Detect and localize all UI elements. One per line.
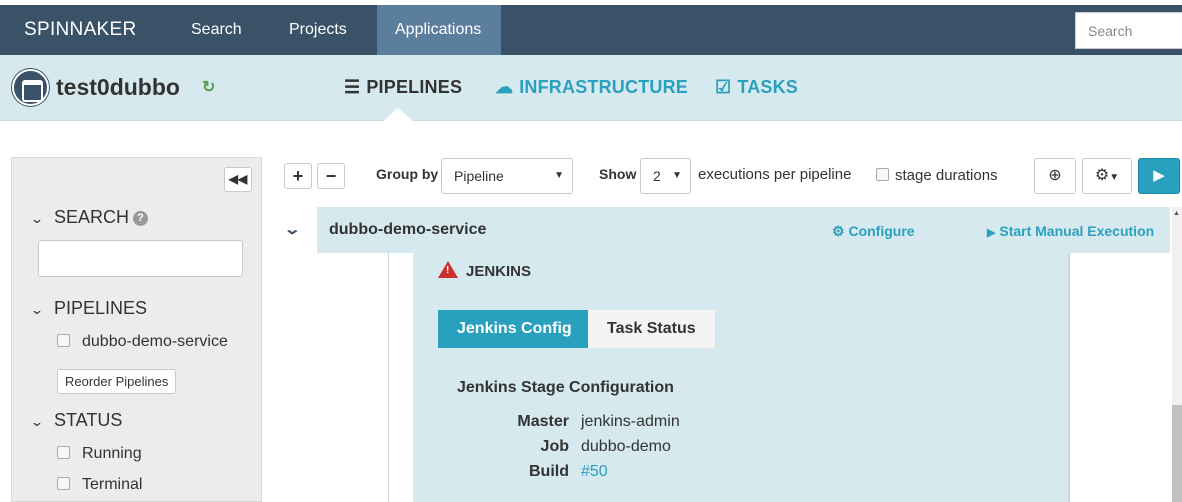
application-header: test0dubbo ↻ ☰ PIPELINES ☁ INFRASTRUCTURE … <box>0 55 1182 121</box>
application-icon <box>12 69 49 106</box>
show-label: Show <box>599 166 637 182</box>
config-title: Jenkins Stage Configuration <box>457 379 674 396</box>
nav-projects[interactable]: Projects <box>271 5 365 55</box>
group-by-select[interactable]: Pipeline ▼ <box>441 158 573 194</box>
tab-infrastructure-label: INFRASTRUCTURE <box>519 77 688 97</box>
cloud-icon: ☁ <box>495 77 514 97</box>
pipeline-actions-menu[interactable]: ⚙▼ <box>1082 158 1132 194</box>
filter-search-input[interactable] <box>38 240 243 277</box>
global-search-input[interactable] <box>1075 12 1182 49</box>
collapse-all-button[interactable]: − <box>317 163 345 189</box>
field-build-key: Build <box>529 463 569 480</box>
run-pipeline-button[interactable]: ▶ <box>1138 158 1180 194</box>
caret-down-icon: ▼ <box>672 170 682 181</box>
group-by-value: Pipeline <box>454 168 504 184</box>
pipeline-filter-label: dubbo-demo-service <box>82 333 228 350</box>
status-running-label: Running <box>82 445 142 462</box>
status-filter-terminal[interactable]: Terminal <box>57 476 142 494</box>
tab-pipelines[interactable]: ☰ PIPELINES <box>344 77 462 98</box>
tab-tasks-label: TASKS <box>737 77 799 97</box>
play-icon: ▶ <box>987 227 996 239</box>
reorder-pipelines-button[interactable]: Reorder Pipelines <box>57 369 177 394</box>
chevron-down-icon: ⌄ <box>29 414 45 429</box>
field-master-value: jenkins-admin <box>581 413 680 430</box>
play-icon: ▶ <box>1153 167 1165 184</box>
tab-task-status[interactable]: Task Status <box>588 310 715 348</box>
checkbox[interactable] <box>57 334 70 347</box>
expand-all-button[interactable]: + <box>284 163 312 189</box>
field-job-value: dubbo-demo <box>581 438 671 455</box>
status-filter-running[interactable]: Running <box>57 445 142 463</box>
filter-sidebar: ◀◀ ⌄ SEARCH? ⌄ PIPELINES dubbo-demo-servic… <box>11 157 262 502</box>
pipelines-section-heading[interactable]: ⌄ PIPELINES <box>29 298 148 319</box>
list-icon: ☰ <box>344 77 361 97</box>
application-name: test0dubbo <box>56 74 180 100</box>
stage-durations-label: stage durations <box>895 167 998 184</box>
show-count-select[interactable]: 2 ▼ <box>640 158 691 194</box>
executions-per-pipeline-text: executions per pipeline <box>698 166 852 183</box>
configure-label: Configure <box>848 223 915 239</box>
start-manual-execution-link[interactable]: ▶ Start Manual Execution <box>987 223 1154 239</box>
status-terminal-label: Terminal <box>82 476 143 493</box>
active-tab-caret <box>382 108 414 122</box>
scroll-up-icon[interactable]: ▲ <box>1173 210 1180 217</box>
nav-applications[interactable]: Applications <box>377 5 501 55</box>
brand-logo[interactable]: SPINNAKER <box>24 19 137 41</box>
search-section-heading[interactable]: ⌄ SEARCH? <box>29 207 149 228</box>
collapse-sidebar-button[interactable]: ◀◀ <box>224 167 252 192</box>
start-manual-execution-label: Start Manual Execution <box>999 223 1155 239</box>
gear-icon: ⚙ <box>832 223 845 239</box>
status-section-heading[interactable]: ⌄ STATUS <box>29 410 123 431</box>
chevron-down-icon: ⌄ <box>29 211 45 226</box>
field-job-key: Job <box>540 438 569 455</box>
status-heading-label: STATUS <box>54 410 123 430</box>
group-by-label: Group by <box>376 166 439 182</box>
pipeline-header: dubbo-demo-service ⚙ Configure ▶ Start M… <box>317 207 1170 253</box>
field-master-key: Master <box>517 413 569 430</box>
refresh-icon[interactable]: ↻ <box>202 80 216 96</box>
checkbox-icon: ☑ <box>715 77 732 97</box>
top-navbar: SPINNAKER Search Projects Applications <box>0 5 1182 55</box>
pipeline-name[interactable]: dubbo-demo-service <box>329 221 486 239</box>
plus-circle-icon: ⊕ <box>1048 167 1062 184</box>
tab-pipelines-label: PIPELINES <box>366 77 463 97</box>
checkbox[interactable] <box>57 446 70 459</box>
stage-details: JENKINS Jenkins Config Task Status Jenki… <box>413 253 1070 502</box>
nav-search[interactable]: Search <box>173 5 260 55</box>
stage-title-label: JENKINS <box>466 263 532 280</box>
configure-link[interactable]: ⚙ Configure <box>832 223 915 240</box>
tab-infrastructure[interactable]: ☁ INFRASTRUCTURE <box>495 77 688 98</box>
chevron-down-icon[interactable]: ⌄ <box>283 220 301 238</box>
warning-icon <box>438 261 458 278</box>
help-icon[interactable]: ? <box>133 211 149 226</box>
tab-jenkins-config[interactable]: Jenkins Config <box>438 310 591 348</box>
pipelines-heading-label: PIPELINES <box>54 298 148 318</box>
caret-down-icon: ▼ <box>554 170 564 181</box>
caret-down-icon: ▼ <box>1109 172 1120 183</box>
stage-title: JENKINS <box>438 261 531 280</box>
gear-icon: ⚙ <box>1094 167 1110 184</box>
create-pipeline-button[interactable]: ⊕ <box>1034 158 1076 194</box>
scrollbar-thumb[interactable] <box>1172 405 1182 502</box>
show-count-value: 2 <box>653 168 661 184</box>
checkbox[interactable] <box>876 168 889 181</box>
checkbox[interactable] <box>57 477 70 490</box>
build-link[interactable]: #50 <box>581 463 608 481</box>
chevron-down-icon: ⌄ <box>29 302 45 317</box>
search-heading-label: SEARCH <box>54 207 130 227</box>
tab-tasks[interactable]: ☑ TASKS <box>715 77 798 98</box>
stage-durations-toggle[interactable]: stage durations <box>876 167 998 184</box>
pipeline-filter-item[interactable]: dubbo-demo-service <box>57 333 228 351</box>
